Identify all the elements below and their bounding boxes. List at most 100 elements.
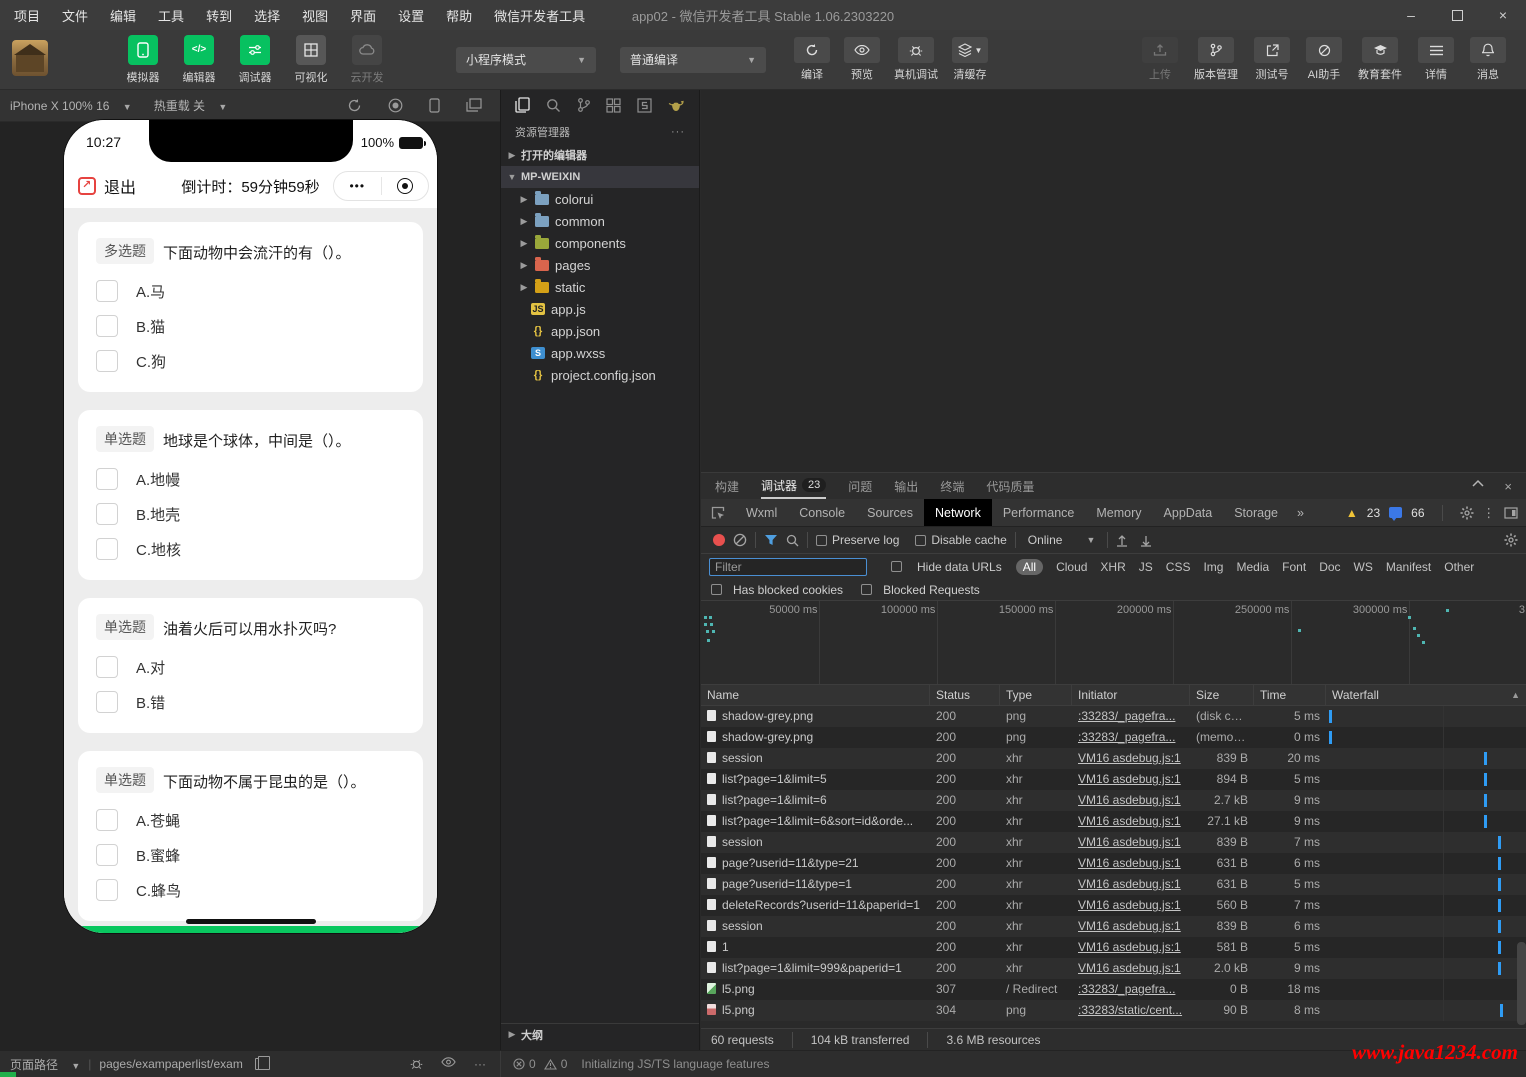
tab-output[interactable]: 输出: [894, 473, 918, 499]
checkbox-icon[interactable]: [96, 879, 118, 901]
initiator-link[interactable]: :33283/_pagefra...: [1078, 730, 1175, 744]
initiator-link[interactable]: VM16 asdebug.js:1: [1078, 835, 1181, 849]
initiator-link[interactable]: VM16 asdebug.js:1: [1078, 919, 1181, 933]
type-filter-media[interactable]: Media: [1236, 560, 1269, 574]
export-har-icon[interactable]: [1140, 534, 1152, 547]
tree-item-pages[interactable]: ▶ pages: [501, 254, 699, 276]
more-tabs-icon[interactable]: »: [1289, 506, 1312, 520]
network-row[interactable]: session 200 xhr VM16 asdebug.js:1 839 B6 ms: [701, 916, 1526, 937]
checkbox-icon[interactable]: [96, 503, 118, 525]
messages-button[interactable]: 消息: [1470, 37, 1506, 82]
test-account-button[interactable]: 测试号: [1254, 37, 1290, 82]
outline-section[interactable]: ▶ 大纲: [501, 1023, 699, 1045]
option-row[interactable]: A.地幔: [96, 468, 405, 490]
mode-select[interactable]: 小程序模式 ▼: [456, 46, 596, 73]
device-frame-icon[interactable]: [429, 98, 440, 113]
checkbox-icon[interactable]: [96, 691, 118, 713]
blocked-requests-checkbox[interactable]: [861, 584, 873, 595]
close-button[interactable]: ×: [1480, 0, 1526, 30]
tab-storage[interactable]: Storage: [1223, 499, 1289, 526]
checkbox-icon[interactable]: [96, 809, 118, 831]
type-filter-all[interactable]: All: [1015, 558, 1044, 575]
upload-button[interactable]: 上传: [1142, 37, 1178, 82]
multi-window-icon[interactable]: [466, 98, 482, 113]
throttling-select[interactable]: Online ▼: [1024, 533, 1100, 547]
type-filter-cloud[interactable]: Cloud: [1056, 560, 1087, 574]
type-filter-font[interactable]: Font: [1282, 560, 1306, 574]
education-suite-button[interactable]: 教育套件: [1358, 37, 1402, 82]
menu-item-edit[interactable]: 编辑: [110, 6, 136, 25]
tree-item-colorui[interactable]: ▶ colorui: [501, 188, 699, 210]
preserve-log-checkbox[interactable]: [816, 534, 827, 546]
tab-console[interactable]: Console: [788, 499, 856, 526]
version-control-button[interactable]: 版本管理: [1194, 37, 1238, 82]
option-row[interactable]: B.蜜蜂: [96, 844, 405, 866]
checkbox-icon[interactable]: [96, 350, 118, 372]
message-count[interactable]: 66: [1411, 506, 1424, 520]
tab-performance[interactable]: Performance: [992, 499, 1086, 526]
tab-sources[interactable]: Sources: [856, 499, 924, 526]
option-row[interactable]: B.地壳: [96, 503, 405, 525]
initiator-link[interactable]: VM16 asdebug.js:1: [1078, 751, 1181, 765]
extensions-icon[interactable]: [606, 97, 621, 113]
copy-icon[interactable]: [254, 1056, 270, 1070]
type-filter-other[interactable]: Other: [1444, 560, 1474, 574]
network-table-header[interactable]: Name Status Type Initiator Size Time Wat…: [701, 685, 1526, 706]
editor-area[interactable]: [701, 90, 1526, 472]
tree-item-components[interactable]: ▶ components: [501, 232, 699, 254]
debug-status-icon[interactable]: [410, 1057, 423, 1071]
network-settings-gear-icon[interactable]: [1504, 533, 1518, 547]
tree-item-static[interactable]: ▶ static: [501, 276, 699, 298]
menu-item-select[interactable]: 选择: [254, 6, 280, 25]
initiator-link[interactable]: :33283/_pagefra...: [1078, 709, 1175, 723]
network-row[interactable]: page?userid=11&type=1 200 xhr VM16 asdebug.…: [701, 874, 1526, 895]
errors-status[interactable]: 0: [513, 1057, 536, 1071]
hide-data-urls-checkbox[interactable]: [891, 561, 902, 572]
exit-button[interactable]: 退出: [104, 174, 136, 198]
option-row[interactable]: C.蜂鸟: [96, 879, 405, 901]
record-icon[interactable]: [713, 534, 725, 546]
search-icon[interactable]: [546, 98, 561, 113]
device-select[interactable]: iPhone X 100% 16 ▼: [10, 99, 132, 113]
type-filter-js[interactable]: JS: [1139, 560, 1153, 574]
search-icon[interactable]: [786, 534, 799, 547]
network-row[interactable]: list?page=1&limit=5 200 xhr VM16 asdebug.js…: [701, 769, 1526, 790]
collapse-panel-icon[interactable]: [1472, 479, 1484, 494]
record-stop-icon[interactable]: [388, 98, 403, 113]
filter-funnel-icon[interactable]: [764, 534, 778, 546]
restart-icon[interactable]: [347, 98, 362, 113]
kebab-menu-icon[interactable]: ⋮: [1483, 505, 1496, 520]
checkbox-icon[interactable]: [96, 280, 118, 302]
checkbox-icon[interactable]: [96, 844, 118, 866]
tab-terminal[interactable]: 终端: [940, 473, 964, 499]
option-row[interactable]: A.马: [96, 280, 405, 302]
option-row[interactable]: C.地核: [96, 538, 405, 560]
close-panel-icon[interactable]: ×: [1504, 479, 1512, 494]
compile-mode-select[interactable]: 普通编译 ▼: [620, 46, 766, 73]
tab-wxml[interactable]: Wxml: [735, 499, 788, 526]
menu-item-interface[interactable]: 界面: [350, 6, 376, 25]
network-timeline[interactable]: 50000 ms 100000 ms 150000 ms 200000 ms 2…: [701, 601, 1526, 685]
menu-item-settings[interactable]: 设置: [398, 6, 424, 25]
simulator-toggle-button[interactable]: 模拟器: [120, 34, 166, 85]
type-filter-ws[interactable]: WS: [1354, 560, 1373, 574]
settings-gear-icon[interactable]: [1460, 506, 1474, 520]
page-path-value[interactable]: pages/exampaperlist/exam: [99, 1057, 242, 1071]
network-row[interactable]: session 200 xhr VM16 asdebug.js:1 839 B 20 ms: [701, 748, 1526, 769]
initiator-link[interactable]: VM16 asdebug.js:1: [1078, 898, 1181, 912]
tab-problems[interactable]: 问题: [848, 473, 872, 499]
disable-cache-checkbox[interactable]: [915, 534, 927, 546]
git-icon[interactable]: [577, 97, 591, 113]
cloud-dev-button[interactable]: 云开发: [344, 34, 390, 85]
remote-debug-button[interactable]: 真机调试: [894, 37, 938, 82]
page-path-label[interactable]: 页面路径 ▼: [10, 1056, 80, 1073]
menu-item-tools[interactable]: 工具: [158, 6, 184, 25]
checkbox-icon[interactable]: [96, 538, 118, 560]
network-row[interactable]: list?page=1&limit=6 200 xhr VM16 asdebug.js…: [701, 790, 1526, 811]
initiator-link[interactable]: VM16 asdebug.js:1: [1078, 814, 1181, 828]
type-filter-doc[interactable]: Doc: [1319, 560, 1340, 574]
network-row[interactable]: l5.png 304 png:33283/static/cent... 90 B8 m…: [701, 1000, 1526, 1021]
initiator-link[interactable]: :33283/static/cent...: [1078, 1003, 1182, 1017]
initiator-link[interactable]: VM16 asdebug.js:1: [1078, 856, 1181, 870]
initiator-link[interactable]: VM16 asdebug.js:1: [1078, 940, 1181, 954]
